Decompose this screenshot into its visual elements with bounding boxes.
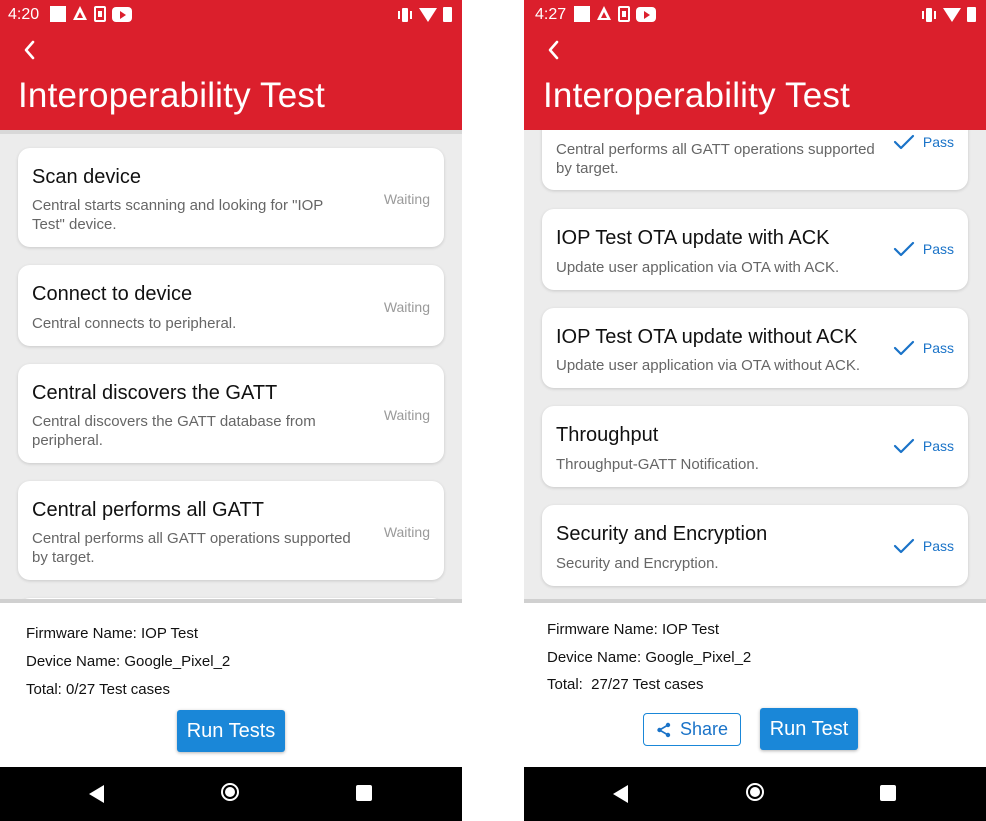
- phone-right: 4:27 Interoperability Test Central perfo…: [524, 0, 986, 821]
- test-status: Waiting: [383, 524, 430, 540]
- test-title: Central performs all GATT: [32, 499, 264, 521]
- square-notification-icon: [50, 6, 66, 22]
- test-description: Throughput-GATT Notification.: [556, 456, 759, 473]
- test-description: Central starts scanning and looking for …: [32, 197, 324, 233]
- test-status: Waiting: [383, 191, 430, 207]
- pass-label: Pass: [922, 340, 954, 356]
- page-title: Interoperability Test: [18, 76, 326, 115]
- device-icon: [618, 6, 630, 22]
- system-icons: [397, 7, 452, 22]
- test-card-ota-with-ack[interactable]: IOP Test OTA update with ACK Update user…: [542, 209, 968, 290]
- test-title: Scan device: [32, 166, 141, 188]
- info-panel: Firmware Name: IOP Test Device Name: Goo…: [524, 599, 986, 767]
- test-status: Pass: [893, 438, 954, 454]
- page-title: Interoperability Test: [543, 76, 851, 115]
- test-card-gatt-operations[interactable]: Central performs all GATT Central perfor…: [18, 481, 444, 580]
- navigation-bar: [0, 767, 462, 821]
- test-card-connect-device[interactable]: Connect to device Central connects to pe…: [18, 265, 444, 346]
- test-card-gatt-operations[interactable]: Central performs all GATT operations sup…: [542, 130, 968, 190]
- youtube-icon: [112, 6, 132, 22]
- test-title: IOP Test OTA update with ACK: [556, 227, 830, 249]
- nav-recents-icon[interactable]: [356, 785, 372, 801]
- test-status: Pass: [893, 340, 954, 356]
- status-time: 4:27: [535, 6, 567, 23]
- app-bar: Interoperability Test: [0, 30, 462, 130]
- pass-label: Pass: [922, 438, 954, 454]
- run-tests-button[interactable]: Run Tests: [177, 710, 285, 752]
- test-title: Connect to device: [32, 283, 193, 305]
- test-card-scan-device[interactable]: Scan device Central starts scanning and …: [18, 148, 444, 247]
- check-icon: [893, 134, 914, 150]
- app-bar: Interoperability Test: [524, 30, 986, 130]
- test-description: Central performs all GATT operations sup…: [556, 141, 875, 177]
- pass-label: Pass: [922, 134, 954, 150]
- system-icons: [921, 7, 976, 22]
- nav-back-icon[interactable]: [613, 785, 628, 803]
- check-icon: [893, 241, 914, 257]
- square-notification-icon: [574, 6, 590, 22]
- device-name: Device Name: Google_Pixel_2: [26, 653, 231, 670]
- test-status: Pass: [893, 538, 954, 554]
- drive-icon: [72, 6, 88, 22]
- test-title: IOP Test OTA update without ACK: [556, 326, 858, 348]
- test-list[interactable]: Central performs all GATT operations sup…: [524, 130, 986, 599]
- phone-left: 4:20 Interoperability Test Scan device C…: [0, 0, 462, 821]
- check-icon: [893, 538, 914, 554]
- info-panel: Firmware Name: IOP Test Device Name: Goo…: [0, 599, 462, 767]
- status-time: 4:20: [8, 6, 40, 23]
- youtube-icon: [636, 6, 656, 22]
- test-description: Central connects to peripheral.: [32, 315, 237, 332]
- vibrate-icon: [921, 7, 937, 22]
- nav-home-icon[interactable]: [221, 783, 239, 801]
- battery-icon: [967, 7, 976, 22]
- drive-icon: [596, 6, 612, 22]
- nav-back-icon[interactable]: [89, 785, 104, 803]
- share-button[interactable]: Share: [643, 713, 741, 746]
- check-icon: [893, 438, 914, 454]
- battery-icon: [443, 7, 452, 22]
- navigation-bar: [524, 767, 986, 821]
- test-description: Update user application via OTA without …: [556, 357, 861, 374]
- firmware-name: Firmware Name: IOP Test: [547, 621, 719, 638]
- share-label: Share: [679, 719, 729, 739]
- test-card-discover-gatt[interactable]: Central discovers the GATT Central disco…: [18, 364, 444, 463]
- back-arrow-icon[interactable]: [18, 38, 42, 62]
- pass-label: Pass: [922, 538, 954, 554]
- test-status: Waiting: [383, 299, 430, 315]
- status-bar: 4:27: [524, 0, 986, 30]
- pass-label: Pass: [922, 241, 954, 257]
- run-test-button[interactable]: Run Test: [760, 708, 858, 750]
- test-description: Security and Encryption.: [556, 555, 719, 572]
- back-arrow-icon[interactable]: [542, 38, 566, 62]
- notification-icons: [574, 6, 656, 22]
- wifi-icon: [419, 7, 437, 22]
- total-test-cases: Total: 0/27 Test cases: [26, 681, 170, 698]
- notification-icons: [50, 6, 132, 22]
- status-bar: 4:20: [0, 0, 462, 30]
- test-title: Central discovers the GATT: [32, 382, 278, 404]
- test-card-security-encryption[interactable]: Security and Encryption Security and Enc…: [542, 505, 968, 586]
- wifi-icon: [943, 7, 961, 22]
- test-list[interactable]: Scan device Central starts scanning and …: [0, 130, 462, 599]
- test-card-ota-without-ack[interactable]: IOP Test OTA update without ACK Update u…: [542, 308, 968, 388]
- test-title: Throughput: [556, 424, 659, 446]
- test-title: Security and Encryption: [556, 523, 768, 545]
- nav-recents-icon[interactable]: [880, 785, 896, 801]
- device-icon: [94, 6, 106, 22]
- device-name: Device Name: Google_Pixel_2: [547, 649, 752, 666]
- test-status: Pass: [893, 241, 954, 257]
- total-test-cases: Total: 27/27 Test cases: [547, 676, 704, 693]
- check-icon: [893, 340, 914, 356]
- test-description: Central discovers the GATT database from…: [32, 413, 316, 449]
- test-status: Pass: [893, 134, 954, 150]
- test-card-throughput[interactable]: Throughput Throughput-GATT Notification.…: [542, 406, 968, 487]
- firmware-name: Firmware Name: IOP Test: [26, 625, 198, 642]
- test-description: Central performs all GATT operations sup…: [32, 530, 351, 566]
- vibrate-icon: [397, 7, 413, 22]
- test-description: Update user application via OTA with ACK…: [556, 259, 840, 276]
- share-icon: [657, 722, 671, 737]
- test-status: Waiting: [383, 407, 430, 423]
- nav-home-icon[interactable]: [746, 783, 764, 801]
